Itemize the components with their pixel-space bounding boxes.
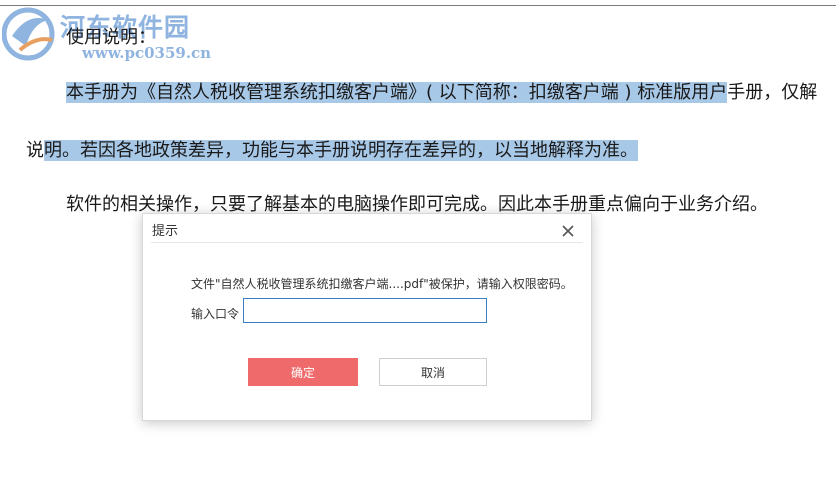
close-icon[interactable] [557,220,579,242]
cancel-button[interactable]: 取消 [379,358,487,386]
dialog-message: 文件"自然人税收管理系统扣缴客户端....pdf"被保护，请输入权限密码。 [191,277,573,291]
password-input[interactable] [243,298,487,323]
plain-text: 说 [26,140,44,161]
paragraph-1-line-2: 说明。若因各地政策差异，功能与本手册说明存在差异的，以当地解释为准。 [26,138,638,164]
dialog-divider [151,242,583,243]
watermark-logo-icon [2,7,55,61]
plain-text: 手册，仅解 [727,82,818,103]
ok-button[interactable]: 确定 [248,358,358,386]
paragraph-1-line-1: 本手册为《自然人税收管理系统扣缴客户端》( 以下简称：扣缴客户端 ) 标准版用户… [66,80,817,106]
usage-heading: 使用说明： [66,27,156,48]
dialog-title: 提示 [152,224,179,239]
selected-text: 本手册为《自然人税收管理系统扣缴客户端》( 以下简称：扣缴客户端 ) 标准版用户 [66,82,728,103]
password-label: 输入口令 [191,307,240,321]
password-dialog: 提示 文件"自然人税收管理系统扣缴客户端....pdf"被保护，请输入权限密码。… [142,213,592,421]
selected-text: 明。若因各地政策差异，功能与本手册说明存在差异的，以当地解释为准。 [44,140,638,161]
